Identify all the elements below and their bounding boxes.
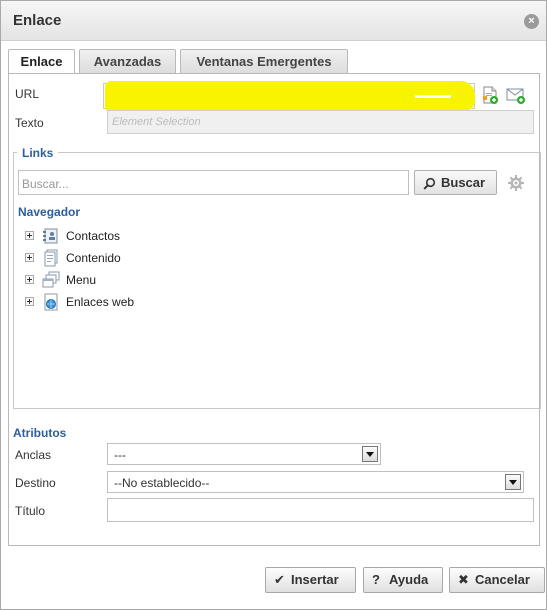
destino-select[interactable]: --No establecido-- xyxy=(107,471,524,493)
chevron-down-icon[interactable] xyxy=(362,446,378,462)
redaction-highlight xyxy=(105,81,475,111)
cancel-button-label: Cancelar xyxy=(475,572,530,587)
search-button-label: Buscar xyxy=(441,175,486,190)
content-icon xyxy=(44,249,58,267)
tab-enlace[interactable]: Enlace xyxy=(8,49,75,75)
dialog-titlebar[interactable]: Enlace × xyxy=(1,1,546,41)
anclas-select[interactable]: --- xyxy=(107,443,381,465)
titulo-label: Título xyxy=(15,504,46,518)
check-icon: ✔ xyxy=(274,572,285,587)
tab-avanzadas[interactable]: Avanzadas xyxy=(79,49,176,74)
expand-icon[interactable] xyxy=(25,231,34,240)
tab-ventanas-emergentes[interactable]: Ventanas Emergentes xyxy=(180,49,348,74)
expand-icon[interactable] xyxy=(25,253,34,262)
url-label: URL xyxy=(15,87,40,101)
insert-button[interactable]: ✔ Insertar xyxy=(265,567,356,593)
help-button-label: Ayuda xyxy=(389,572,429,587)
cancel-button[interactable]: ✖ Cancelar xyxy=(449,567,545,593)
tree-item-label: Contenido xyxy=(66,251,121,265)
anclas-value: --- xyxy=(114,448,126,462)
help-icon: ? xyxy=(372,572,380,587)
texto-field[interactable]: Element Selection xyxy=(107,110,534,134)
chevron-down-icon[interactable] xyxy=(505,474,521,490)
tree-item-label: Menu xyxy=(66,273,97,287)
texto-label: Texto xyxy=(15,116,44,130)
close-icon[interactable]: × xyxy=(524,14,539,29)
titulo-input[interactable] xyxy=(107,498,534,522)
links-legend: Links xyxy=(17,146,59,160)
expand-icon[interactable] xyxy=(25,297,34,306)
weblinks-icon xyxy=(44,293,58,311)
tree-item-label: Enlaces web xyxy=(66,295,135,309)
navigator-title: Navegador xyxy=(18,205,81,219)
contacts-icon xyxy=(43,228,58,244)
atributos-title: Atributos xyxy=(13,426,67,440)
search-input[interactable]: Buscar... xyxy=(18,170,409,195)
anclas-label: Anclas xyxy=(15,448,52,462)
dialog-title: Enlace xyxy=(13,12,62,29)
destino-label: Destino xyxy=(15,476,56,490)
menu-icon xyxy=(42,271,60,288)
search-button[interactable]: Buscar xyxy=(414,170,497,195)
link-dialog: Enlace × Enlace Avanzadas Ventanas Emerg… xyxy=(0,0,547,610)
add-email-icon[interactable] xyxy=(506,85,526,105)
add-file-icon[interactable] xyxy=(480,85,500,105)
destino-value: --No establecido-- xyxy=(114,476,210,490)
insert-button-label: Insertar xyxy=(291,572,339,587)
help-button[interactable]: ? Ayuda xyxy=(363,567,443,593)
tree-item-label: Contactos xyxy=(66,229,121,243)
search-icon xyxy=(423,177,436,190)
expand-icon[interactable] xyxy=(25,275,34,284)
gear-icon[interactable] xyxy=(507,174,525,192)
close-icon: ✖ xyxy=(458,572,469,587)
